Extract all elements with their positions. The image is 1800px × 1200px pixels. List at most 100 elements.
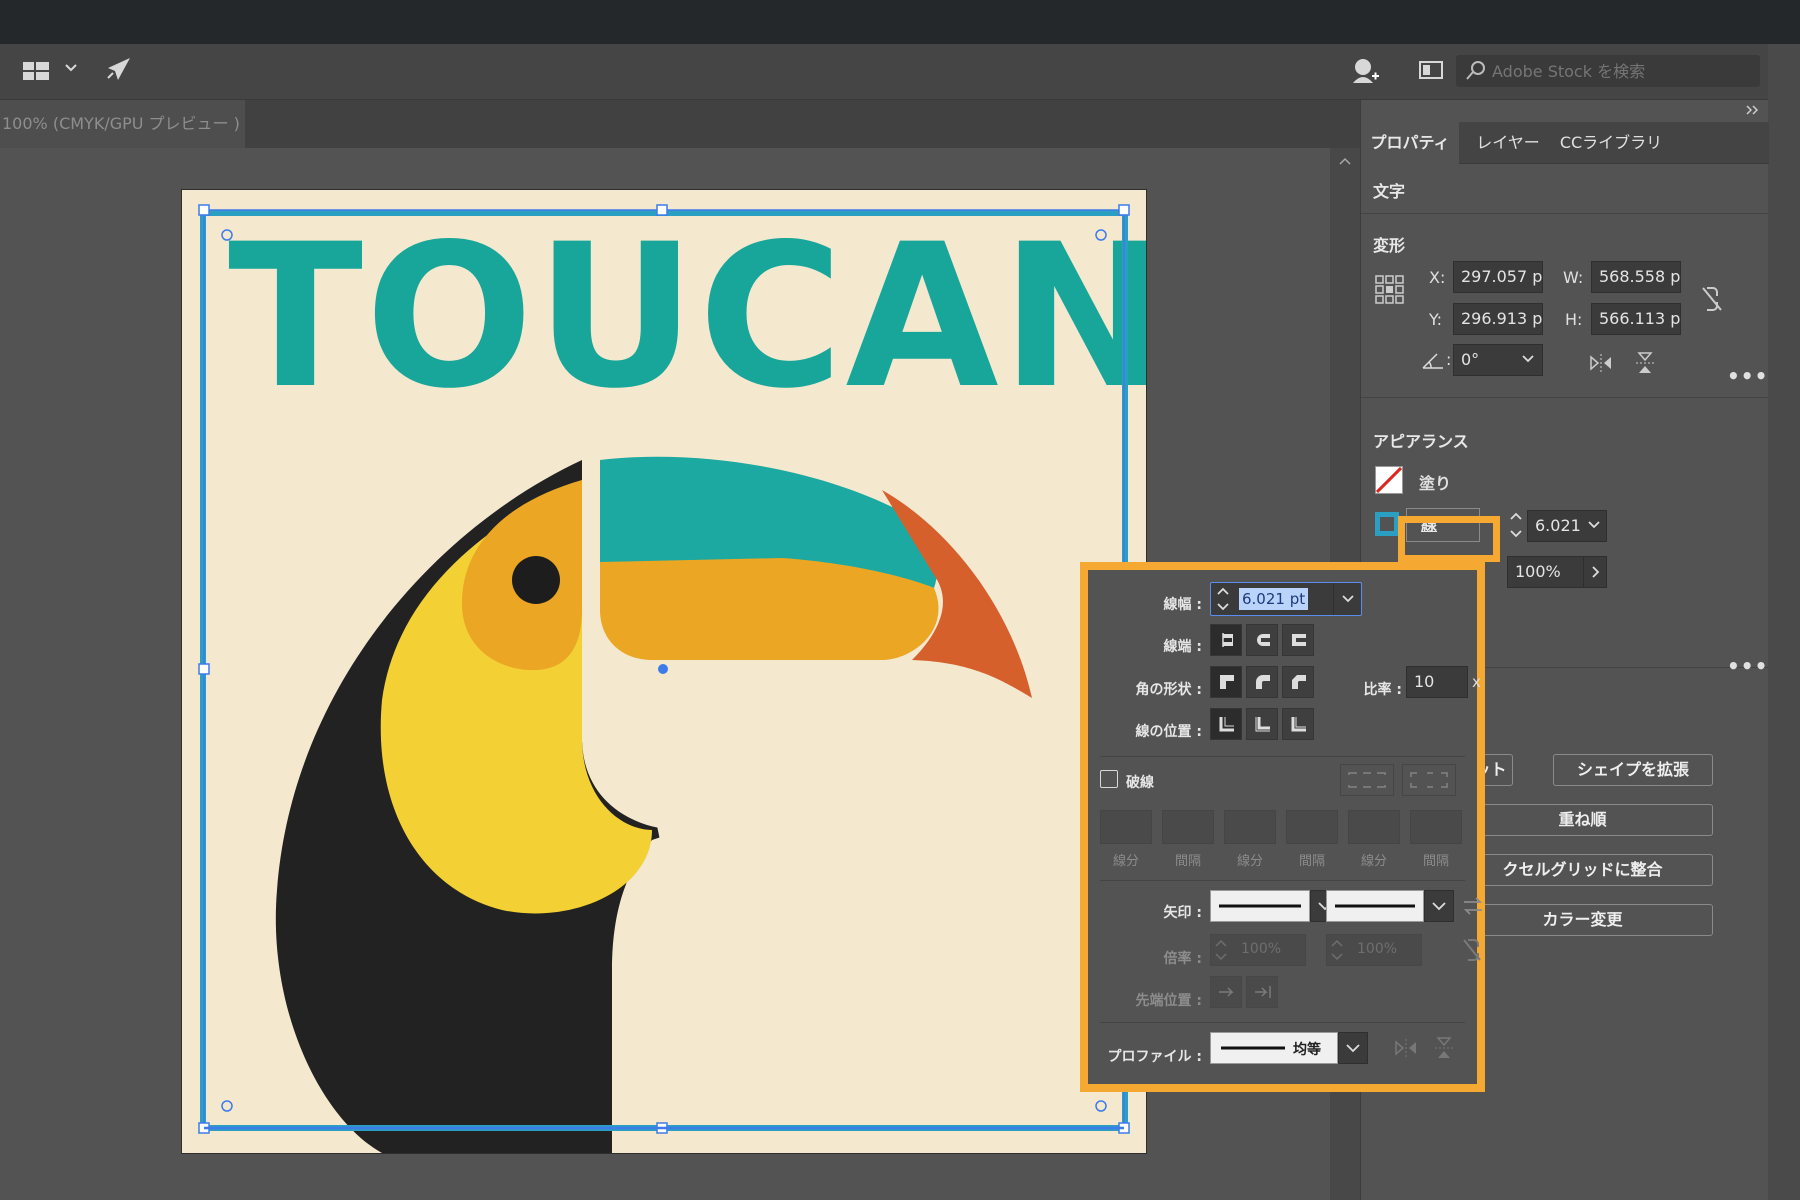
- stock-search-box[interactable]: [1456, 55, 1760, 87]
- user-add-icon[interactable]: [1350, 56, 1380, 91]
- chevron-down-icon[interactable]: [1424, 890, 1454, 922]
- dash-2-field[interactable]: [1224, 810, 1276, 844]
- rocket-send-icon[interactable]: [102, 54, 134, 91]
- chevron-down-icon[interactable]: [1588, 511, 1600, 541]
- stroke-weight-stepper[interactable]: [1509, 508, 1523, 546]
- fill-none-swatch[interactable]: [1375, 466, 1403, 494]
- stroke-options-popup: 線幅 : 6.021 pt 線端 : 角の形状 : 比率 : 10 x 線の位置…: [1080, 562, 1485, 1092]
- chevron-down-icon[interactable]: [1333, 583, 1361, 615]
- w-label: W:: [1563, 268, 1584, 287]
- projecting-cap-button[interactable]: [1282, 624, 1314, 656]
- dash-3-field[interactable]: [1348, 810, 1400, 844]
- gap-1-field[interactable]: [1162, 810, 1214, 844]
- search-icon: [1464, 59, 1490, 88]
- end-scale-value: 100%: [1357, 941, 1398, 957]
- panel-toggle-icon[interactable]: [1418, 58, 1444, 87]
- butt-cap-button[interactable]: [1210, 624, 1242, 656]
- tab-layers[interactable]: レイヤー: [1467, 122, 1549, 164]
- more-options-icon[interactable]: •••: [1727, 364, 1768, 388]
- gap-2-label: 間隔: [1298, 854, 1325, 869]
- flip-horizontal-icon[interactable]: [1589, 353, 1613, 377]
- angle-field[interactable]: 0°: [1453, 344, 1543, 376]
- y-field[interactable]: 296.913 p: [1453, 303, 1543, 335]
- dashed-line-checkbox[interactable]: [1100, 770, 1118, 788]
- preserve-dash-button[interactable]: [1340, 764, 1394, 796]
- swap-arrowheads-icon[interactable]: [1462, 896, 1484, 920]
- arrow-tip-on-end-button[interactable]: [1246, 976, 1278, 1008]
- chevron-up-icon[interactable]: [1338, 154, 1352, 170]
- end-arrowhead-select[interactable]: [1326, 890, 1424, 922]
- align-center-button[interactable]: [1210, 708, 1242, 740]
- chevron-down-icon[interactable]: [64, 61, 78, 78]
- round-cap-button[interactable]: [1246, 624, 1278, 656]
- artwork-frame[interactable]: [200, 210, 1128, 1131]
- profile-label: プロファイル :: [1107, 1049, 1202, 1065]
- right-edge-strip: [1768, 44, 1800, 1200]
- miter-join-button[interactable]: [1210, 666, 1242, 698]
- x-label: X:: [1429, 268, 1446, 287]
- tab-properties[interactable]: プロパティ: [1361, 122, 1459, 164]
- grid-layout-icon[interactable]: [22, 59, 52, 88]
- corner-label: 角の形状 :: [1135, 682, 1202, 698]
- w-field[interactable]: 568.558 p: [1591, 261, 1681, 293]
- stroke-swatch[interactable]: [1375, 512, 1399, 536]
- width-profile-select[interactable]: 均等: [1210, 1032, 1338, 1064]
- gap-2-field[interactable]: [1286, 810, 1338, 844]
- collapse-panel-icon[interactable]: [1745, 104, 1759, 120]
- recolor-button[interactable]: カラー変更: [1453, 904, 1713, 936]
- miter-limit-unit: x: [1472, 673, 1481, 691]
- dashed-line-label: 破線: [1126, 775, 1154, 791]
- stroke-weight-input[interactable]: 6.021 pt: [1239, 588, 1309, 610]
- divider: [1100, 1022, 1465, 1023]
- panel-tab-bar: プロパティ レイヤー CCライブラリ: [1361, 122, 1769, 164]
- section-text-title: 文字: [1373, 182, 1406, 201]
- section-text: 文字: [1361, 164, 1769, 214]
- flip-across-icon[interactable]: [1434, 1036, 1454, 1064]
- arrow-tip-beyond-button[interactable]: [1210, 976, 1242, 1008]
- miter-limit-field[interactable]: 10: [1406, 666, 1468, 698]
- dash-1-field[interactable]: [1100, 810, 1152, 844]
- align-pixel-grid-button[interactable]: クセルグリッドに整合: [1453, 854, 1713, 886]
- align-outside-button[interactable]: [1282, 708, 1314, 740]
- appearance-title: アピアランス: [1373, 432, 1469, 451]
- link-scale-icon[interactable]: [1460, 936, 1484, 968]
- h-field[interactable]: 566.113 p: [1591, 303, 1681, 335]
- title-bar: [0, 0, 1800, 44]
- width-profile-value: 均等: [1293, 1042, 1321, 1058]
- stroke-weight-field[interactable]: 6.021: [1527, 510, 1607, 542]
- flip-along-icon[interactable]: [1394, 1038, 1418, 1062]
- tab-cc-libraries[interactable]: CCライブラリ: [1553, 122, 1669, 164]
- stroke-cap-label: 線端 :: [1163, 639, 1202, 655]
- fill-label[interactable]: 塗り: [1419, 470, 1451, 494]
- round-join-button[interactable]: [1246, 666, 1278, 698]
- more-options-icon[interactable]: •••: [1727, 654, 1768, 678]
- gap-3-field[interactable]: [1410, 810, 1462, 844]
- constrain-proportions-icon[interactable]: [1699, 284, 1725, 318]
- align-dash-corners-button[interactable]: [1402, 764, 1456, 796]
- arrow-scale-label: 倍率 :: [1163, 951, 1202, 967]
- bevel-join-button[interactable]: [1282, 666, 1314, 698]
- miter-limit-label: 比率 :: [1363, 682, 1402, 698]
- stroke-weight-label: 線幅 :: [1163, 597, 1202, 613]
- opacity-field[interactable]: 100%: [1507, 556, 1585, 588]
- chevron-down-icon[interactable]: [1522, 345, 1534, 375]
- start-arrowhead-select[interactable]: [1210, 890, 1310, 922]
- stock-search-input[interactable]: [1492, 58, 1752, 84]
- align-inside-button[interactable]: [1246, 708, 1278, 740]
- reference-point-icon[interactable]: [1375, 275, 1405, 309]
- x-field[interactable]: 297.057 p: [1453, 261, 1543, 293]
- stroke-weight-combo[interactable]: 6.021 pt: [1210, 582, 1362, 616]
- stepper-arrows-icon[interactable]: [1215, 583, 1231, 619]
- chevron-down-icon[interactable]: [1338, 1032, 1368, 1064]
- h-label: H:: [1565, 310, 1583, 329]
- expand-shape-button[interactable]: シェイプを拡張: [1553, 754, 1713, 786]
- end-scale-field[interactable]: 100%: [1326, 934, 1422, 966]
- flip-vertical-icon[interactable]: [1635, 351, 1655, 379]
- arrange-button[interactable]: 重ね順: [1453, 804, 1713, 836]
- start-scale-value: 100%: [1241, 941, 1282, 957]
- opacity-chevron-right-icon[interactable]: [1583, 556, 1607, 588]
- angle-value: 0°: [1461, 350, 1480, 369]
- artboard[interactable]: TOUCAN: [182, 190, 1146, 1153]
- document-tab[interactable]: 100% (CMYK/GPU プレビュー ): [0, 100, 245, 148]
- start-scale-field[interactable]: 100%: [1210, 934, 1306, 966]
